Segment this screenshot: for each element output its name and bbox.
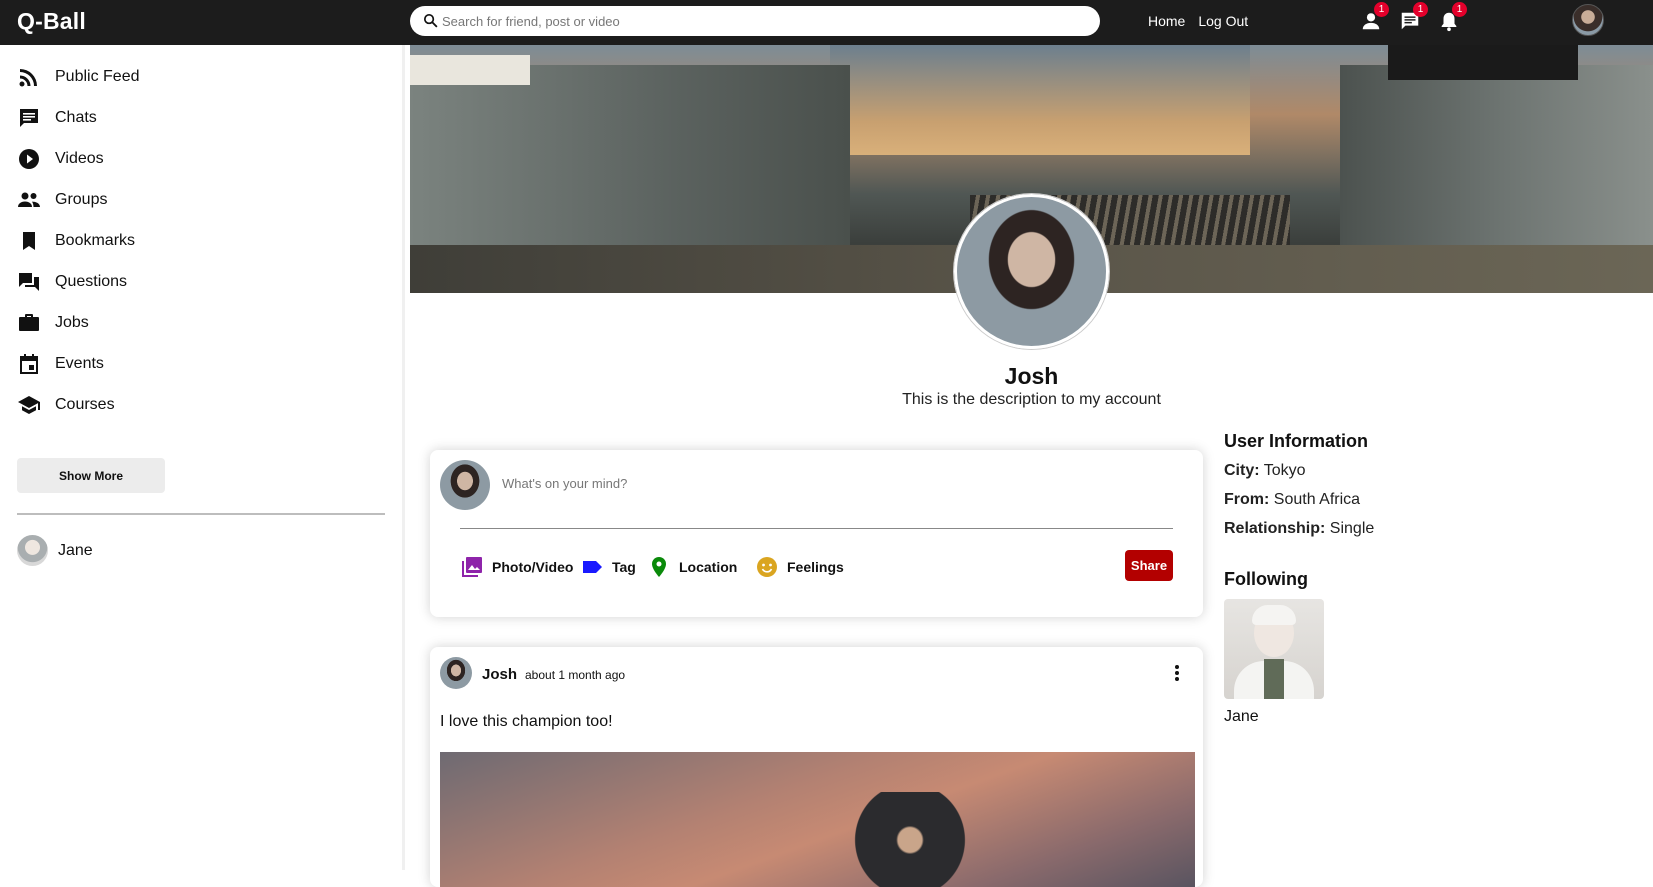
sidebar-item-questions[interactable]: Questions — [17, 270, 127, 294]
play-circle-icon — [19, 149, 39, 169]
notifications-badge: 1 — [1452, 2, 1467, 17]
post-composer: Photo/Video Tag Location Feelings Share — [430, 450, 1203, 617]
school-icon — [18, 396, 40, 414]
info-label: Relationship: — [1224, 520, 1326, 537]
post-input[interactable] — [502, 476, 1152, 491]
location-label: Location — [679, 559, 738, 575]
location-pin-icon — [652, 557, 666, 577]
group-icon — [18, 192, 40, 207]
friend-name: Jane — [58, 541, 93, 559]
sidebar-item-courses[interactable]: Courses — [17, 393, 115, 417]
app-logo[interactable]: Q-Ball — [17, 8, 86, 35]
chat-icon — [20, 109, 38, 127]
profile-name: Josh — [1004, 363, 1059, 389]
composer-avatar — [440, 460, 490, 510]
friend-requests-badge: 1 — [1374, 2, 1389, 17]
info-value: Tokyo — [1263, 462, 1306, 479]
sidebar-item-label: Questions — [55, 273, 128, 290]
friend-avatar — [17, 535, 48, 566]
friend-list-item[interactable]: Jane — [17, 535, 93, 566]
sidebar-item-jobs[interactable]: Jobs — [17, 311, 89, 335]
briefcase-icon — [19, 314, 39, 331]
sidebar-item-label: Events — [55, 355, 104, 372]
following-title: Following — [1224, 569, 1308, 589]
post-author-avatar[interactable] — [440, 657, 472, 689]
photo-video-option[interactable]: Photo/Video — [460, 555, 573, 579]
following-avatar[interactable] — [1224, 599, 1324, 699]
question-answer-icon — [19, 273, 39, 291]
logout-link[interactable]: Log Out — [1198, 13, 1248, 29]
search-bar[interactable] — [410, 6, 1100, 36]
friend-requests-button[interactable]: 1 — [1360, 2, 1389, 34]
messages-badge: 1 — [1413, 2, 1428, 17]
cover-station-sign — [410, 55, 530, 85]
sidebar-item-videos[interactable]: Videos — [17, 147, 104, 171]
search-icon — [423, 13, 438, 28]
info-row-city: City: Tokyo — [1224, 462, 1306, 480]
sidebar-item-label: Courses — [55, 396, 115, 413]
info-label: City: — [1224, 462, 1260, 479]
sidebar-item-label: Chats — [55, 109, 97, 126]
profile-picture[interactable] — [954, 194, 1109, 349]
tag-option[interactable]: Tag — [580, 555, 636, 579]
more-options-icon[interactable] — [1172, 663, 1182, 685]
sidebar-item-label: Videos — [55, 150, 104, 167]
info-label: From: — [1224, 491, 1270, 508]
location-option[interactable]: Location — [647, 555, 737, 579]
label-icon — [583, 561, 602, 573]
sidebar-divider — [17, 513, 385, 515]
sidebar-item-label: Groups — [55, 191, 108, 208]
sidebar-item-bookmarks[interactable]: Bookmarks — [17, 229, 135, 253]
sidebar: Public Feed Chats Videos Groups Bookmark… — [0, 45, 405, 870]
tag-label: Tag — [612, 559, 636, 575]
feelings-label: Feelings — [787, 559, 844, 575]
composer-divider — [460, 528, 1173, 529]
share-button[interactable]: Share — [1125, 550, 1173, 581]
following-name[interactable]: Jane — [1224, 708, 1259, 726]
sidebar-item-public-feed[interactable]: Public Feed — [17, 65, 140, 89]
messages-button[interactable]: 1 — [1399, 2, 1428, 34]
user-information-title: User Information — [1224, 431, 1369, 451]
photo-video-label: Photo/Video — [492, 559, 574, 575]
sidebar-item-label: Jobs — [55, 314, 89, 331]
home-link[interactable]: Home — [1148, 13, 1185, 29]
info-row-relationship: Relationship: Single — [1224, 520, 1374, 538]
emoji-icon — [757, 557, 777, 577]
cover-sky — [830, 45, 1250, 155]
show-more-button[interactable]: Show More — [17, 458, 165, 493]
top-bar: Q-Ball Home Log Out 1 1 1 — [0, 0, 1653, 45]
post-card: Josh about 1 month ago I love this champ… — [430, 647, 1203, 887]
sidebar-item-label: Bookmarks — [55, 232, 136, 249]
feelings-option[interactable]: Feelings — [755, 555, 844, 579]
top-links: Home Log Out — [1148, 13, 1248, 29]
post-text: I love this champion too! — [440, 713, 613, 730]
profile-description: This is the description to my account — [902, 391, 1161, 408]
user-avatar[interactable] — [1572, 4, 1604, 36]
post-image-figure — [840, 792, 980, 887]
calendar-icon — [20, 354, 38, 374]
info-value: South Africa — [1273, 491, 1361, 508]
cover-departure-board — [1388, 45, 1578, 80]
sidebar-item-chats[interactable]: Chats — [17, 106, 97, 130]
sidebar-item-groups[interactable]: Groups — [17, 188, 107, 212]
post-image[interactable] — [440, 752, 1195, 887]
notifications-button[interactable]: 1 — [1438, 2, 1467, 34]
sidebar-item-events[interactable]: Events — [17, 352, 104, 376]
info-value: Single — [1329, 520, 1375, 537]
bookmark-icon — [23, 232, 35, 250]
post-timestamp: about 1 month ago — [525, 668, 626, 682]
sidebar-item-label: Public Feed — [55, 68, 140, 85]
search-input[interactable] — [442, 10, 1082, 32]
post-author-name[interactable]: Josh — [482, 666, 517, 683]
rss-icon — [19, 69, 37, 87]
photo-library-icon — [462, 557, 482, 577]
info-row-from: From: South Africa — [1224, 491, 1360, 509]
